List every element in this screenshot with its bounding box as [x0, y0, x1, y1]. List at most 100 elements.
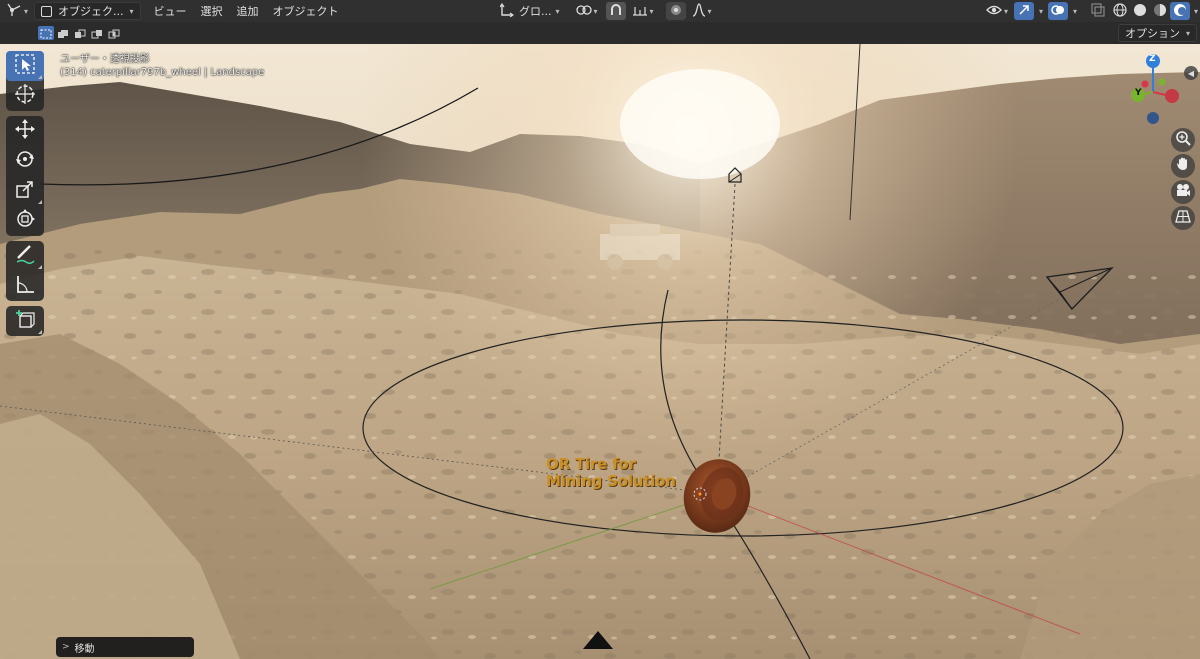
editor-type-dropdown[interactable]: ▾	[0, 2, 34, 20]
visibility-dropdown[interactable]: ▾	[980, 2, 1014, 20]
menu-object[interactable]: オブジェクト	[266, 0, 346, 22]
tool-variants-indicator	[38, 75, 42, 79]
gizmo-y-label: Y	[1135, 88, 1142, 98]
menu-add[interactable]: 追加	[230, 0, 266, 22]
select-subtract-icon	[74, 24, 86, 43]
rendered-sphere-icon	[1173, 3, 1187, 20]
perspective-grid-icon	[1175, 208, 1191, 228]
xray-toggle[interactable]	[1088, 2, 1108, 20]
add-cube-icon	[14, 308, 36, 334]
cursor-icon	[14, 83, 36, 109]
navigation-gizmo[interactable]: Z Y	[1120, 52, 1190, 127]
shading-solid[interactable]	[1130, 2, 1150, 20]
select-new-button[interactable]	[38, 26, 54, 40]
select-difference-icon	[91, 24, 103, 43]
hand-icon	[1175, 156, 1191, 176]
snap-toggle[interactable]	[605, 2, 626, 20]
material-sphere-icon	[1153, 3, 1167, 20]
shading-material[interactable]	[1150, 2, 1170, 20]
tool-group-add	[6, 306, 44, 336]
proportional-edit-icon	[670, 4, 682, 19]
projection-toggle-button[interactable]	[1171, 206, 1195, 230]
solid-sphere-icon	[1133, 3, 1147, 20]
transform-orientation-dropdown[interactable]: グロ... ▾	[494, 2, 566, 20]
select-box-tool[interactable]	[6, 51, 44, 81]
chevron-down-icon: ▾	[24, 6, 29, 16]
measure-ruler-icon	[14, 273, 36, 299]
chevron-down-icon[interactable]: ▾	[1073, 7, 1077, 16]
move-tool[interactable]	[6, 116, 44, 146]
overlay-icon	[1051, 3, 1065, 20]
chevron-down-icon[interactable]: ▾	[1194, 7, 1198, 16]
tool-group-annotate	[6, 241, 44, 301]
overlay-toggle[interactable]	[1048, 2, 1069, 20]
select-subtract-button[interactable]	[72, 26, 88, 40]
tool-shelf	[6, 51, 44, 341]
last-operator-panel[interactable]: > 移動	[56, 637, 194, 657]
tool-variants-indicator	[38, 330, 42, 334]
gizmo-neg-y-axis	[1158, 78, 1166, 86]
gizmo-toggle[interactable]	[1014, 2, 1035, 20]
measure-tool[interactable]	[6, 271, 44, 301]
text-object-label: OR Tire for Mining Solution	[546, 456, 676, 490]
pivot-point-dropdown[interactable]: ▾	[570, 2, 604, 20]
snap-increment-icon	[632, 3, 648, 20]
scale-icon	[14, 178, 36, 204]
transform-tool[interactable]	[6, 206, 44, 236]
move-icon	[14, 118, 36, 144]
chevron-down-icon: ▾	[649, 6, 654, 16]
gizmo-x-axis	[1165, 89, 1179, 103]
mode-label: オブジェク...	[58, 5, 124, 18]
pan-button[interactable]	[1171, 154, 1195, 178]
object-info: (314) caterpillar797b_wheel | Landscape	[60, 67, 265, 78]
rotate-tool[interactable]	[6, 146, 44, 176]
options-label: オプション	[1124, 27, 1180, 40]
shading-rendered[interactable]	[1170, 2, 1191, 20]
sidebar-toggle[interactable]: ◀	[1184, 66, 1198, 80]
wireframe-sphere-icon	[1113, 2, 1127, 20]
rotate-icon	[14, 148, 36, 174]
chevron-left-icon: ◀	[1187, 68, 1195, 78]
menu-view[interactable]: ビュー	[147, 0, 194, 22]
tool-group-select	[6, 51, 44, 111]
menu-select[interactable]: 選択	[194, 0, 230, 22]
gizmo-z-label: Z	[1149, 54, 1156, 64]
camera-view-button[interactable]	[1171, 180, 1195, 204]
mode-dropdown[interactable]: オブジェク... ▾	[34, 2, 141, 20]
chevron-down-icon: ▾	[707, 6, 712, 16]
viewport-info: ユーザー・透視投影 (314) caterpillar797b_wheel | …	[60, 53, 264, 79]
tool-variants-indicator	[38, 265, 42, 269]
select-intersect-button[interactable]	[106, 26, 122, 40]
3d-viewport-icon	[6, 3, 22, 20]
select-difference-button[interactable]	[89, 26, 105, 40]
snap-magnet-icon	[609, 3, 623, 20]
options-dropdown[interactable]: オプション ▾	[1117, 24, 1197, 42]
snap-target-dropdown[interactable]: ▾	[626, 2, 660, 20]
chevron-down-icon: ▾	[129, 6, 134, 16]
camera-icon	[1175, 182, 1191, 202]
proportional-edit-toggle[interactable]	[665, 2, 686, 20]
xray-icon	[1091, 2, 1105, 20]
select-intersect-icon	[108, 24, 120, 43]
view-name: ユーザー・透視投影	[60, 54, 150, 65]
gizmo-icon	[1017, 3, 1031, 20]
cursor-tool[interactable]	[6, 81, 44, 111]
eye-icon	[986, 4, 1002, 19]
select-extend-button[interactable]	[55, 26, 71, 40]
operator-label: 移動	[74, 643, 95, 655]
tool-variants-indicator	[38, 200, 42, 204]
orientation-icon	[499, 2, 515, 20]
proportional-falloff-dropdown[interactable]: ▾	[686, 2, 718, 20]
scale-tool[interactable]	[6, 176, 44, 206]
chevron-down-icon[interactable]: ▾	[1039, 7, 1043, 16]
annotate-tool[interactable]	[6, 241, 44, 271]
zoom-button[interactable]	[1171, 128, 1195, 152]
chevron-down-icon: ▾	[1004, 6, 1009, 16]
select-extend-icon	[57, 24, 69, 43]
gizmo-neg-x-axis	[1141, 80, 1149, 88]
chevron-down-icon: ▾	[1185, 28, 1190, 38]
chevron-down-icon: ▾	[555, 6, 560, 16]
3d-viewport[interactable]: OR Tire for Mining Solution ユーザー・透視投影 (3…	[0, 44, 1200, 659]
add-cube-tool[interactable]	[6, 306, 44, 336]
shading-wireframe[interactable]	[1110, 2, 1130, 20]
